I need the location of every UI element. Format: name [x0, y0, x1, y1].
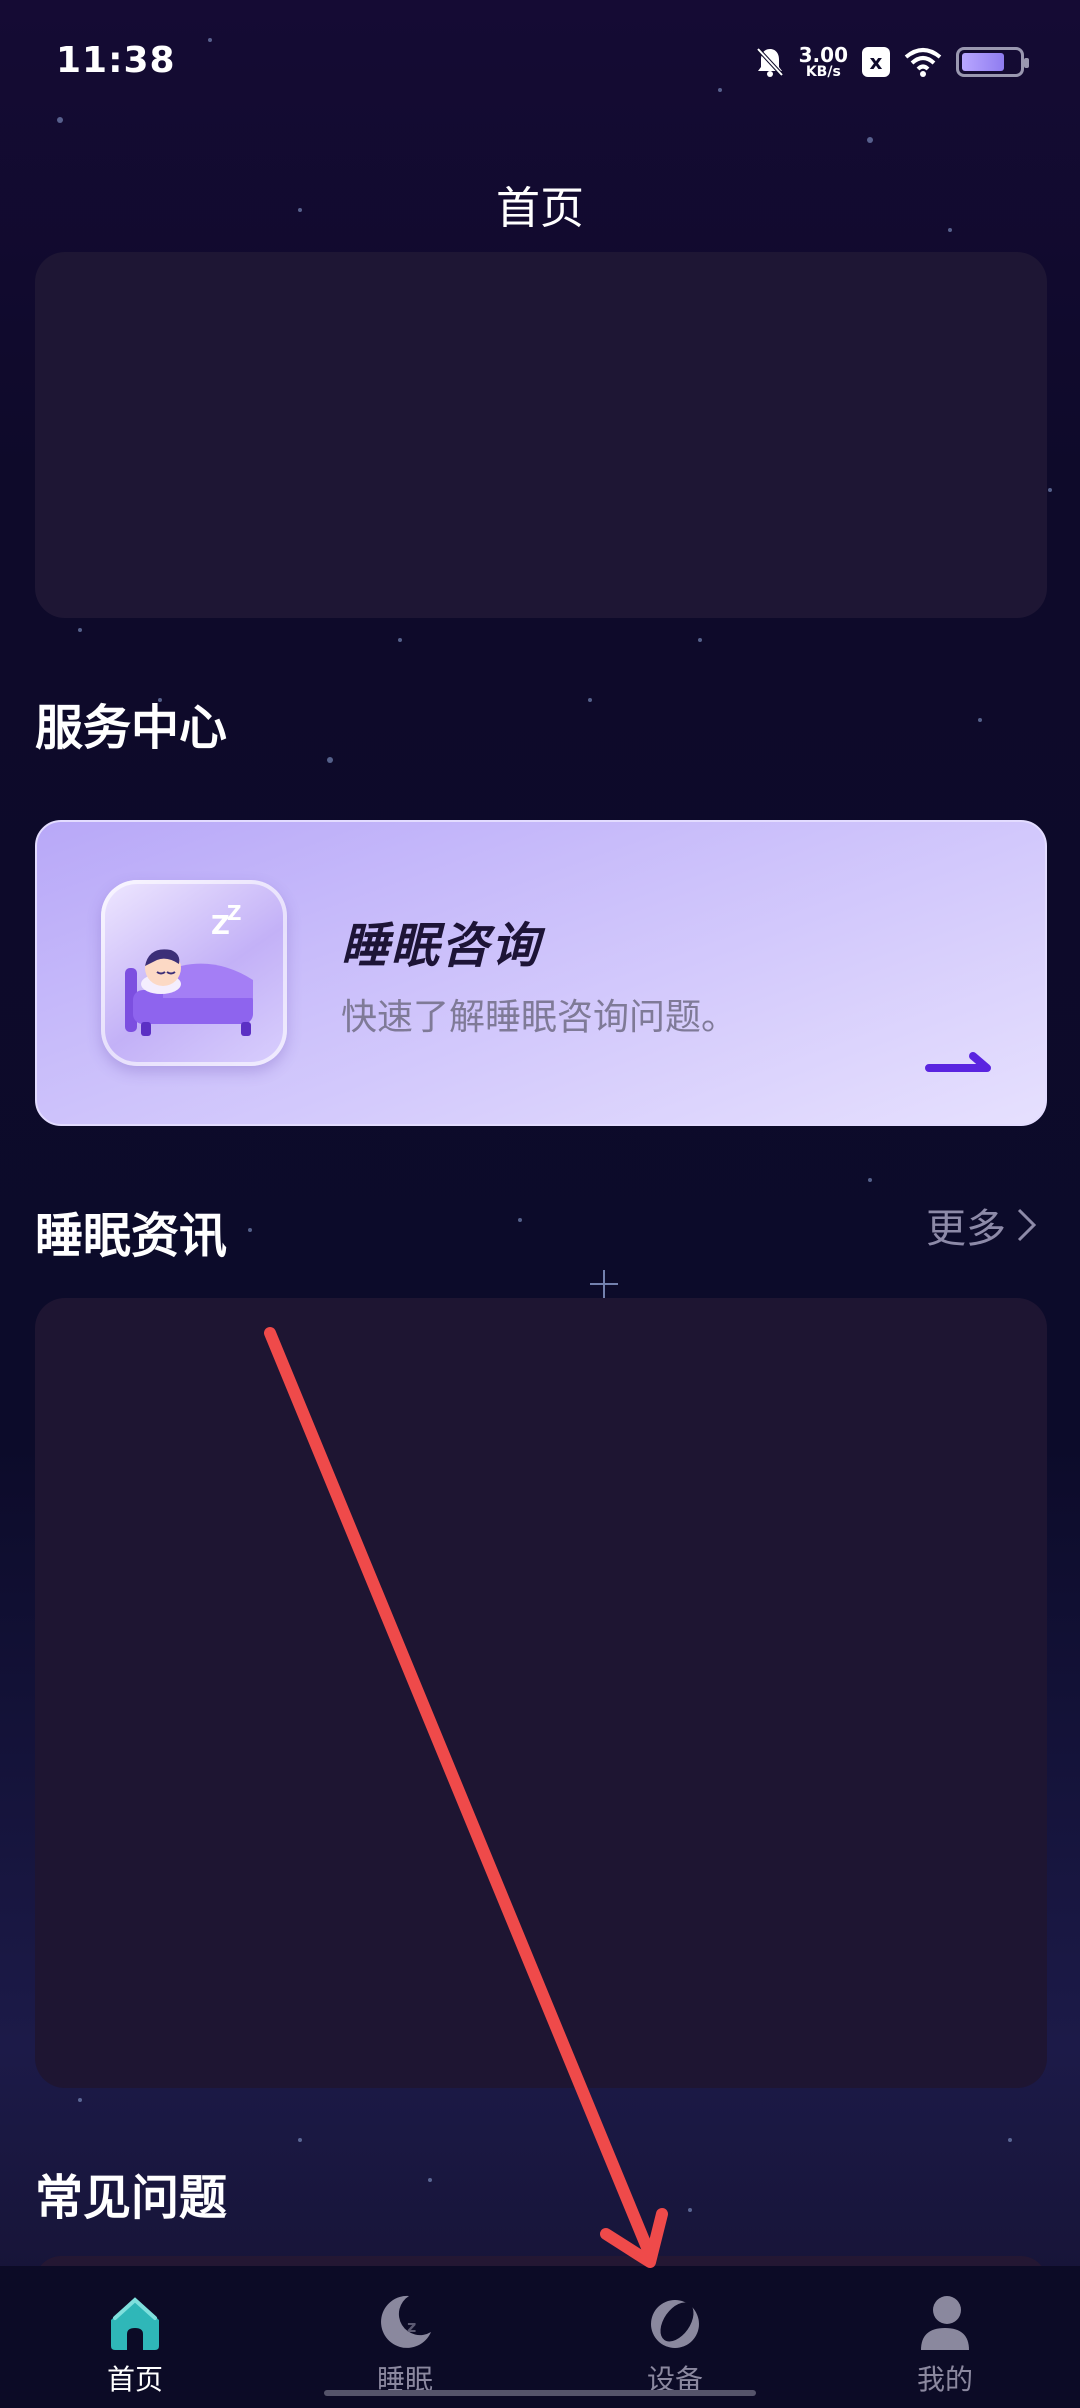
- moon-sleep-icon: z: [381, 2295, 431, 2348]
- status-icons: 3.00 KB/s x: [755, 40, 1029, 84]
- ring-device-icon: [651, 2300, 699, 2348]
- bottom-tab-bar: 首页 z 睡眠 设备 我的: [0, 2266, 1080, 2408]
- status-time: 11:38: [56, 40, 176, 81]
- wifi-icon: [904, 48, 942, 77]
- sleep-consult-title: 睡眠咨询: [341, 918, 542, 974]
- tab-sleep[interactable]: z 睡眠: [270, 2266, 540, 2408]
- sleeping-bed-icon: Z Z: [101, 880, 287, 1066]
- sleep-news-panel: [35, 1298, 1047, 2088]
- home-indicator: [324, 2390, 756, 2396]
- svg-text:z: z: [407, 2317, 416, 2336]
- status-bar: 11:38 3.00 KB/s x: [0, 0, 1080, 120]
- arrow-right-icon: [925, 1052, 991, 1072]
- sleep-news-title: 睡眠资讯: [35, 1208, 228, 1264]
- faq-title: 常见问题: [35, 2170, 228, 2226]
- tab-device[interactable]: 设备: [540, 2266, 810, 2408]
- page-title: 首页: [496, 183, 584, 234]
- battery-icon: [956, 47, 1029, 77]
- tab-home[interactable]: 首页: [0, 2266, 270, 2408]
- tab-mine-label: 我的: [916, 2363, 973, 2396]
- net-speed-value: 3.00: [798, 43, 848, 67]
- banner-carousel[interactable]: [35, 252, 1047, 618]
- bell-muted-icon: [756, 47, 784, 77]
- more-news-link[interactable]: 更多: [926, 1196, 1038, 1254]
- chevron-right-icon: [1017, 1208, 1037, 1242]
- tab-home-label: 首页: [106, 2363, 163, 2396]
- net-speed: 3.00 KB/s: [799, 45, 848, 79]
- tab-mine[interactable]: 我的: [810, 2266, 1080, 2408]
- sleep-consult-card[interactable]: Z Z 睡眠咨询 快速了解睡眠咨询问题。: [35, 820, 1047, 1126]
- user-icon: [921, 2296, 969, 2350]
- svg-text:Z: Z: [227, 901, 242, 925]
- home-icon: [111, 2297, 159, 2350]
- service-center-title: 服务中心: [35, 700, 228, 756]
- more-label: 更多: [926, 1206, 1006, 1252]
- close-box-icon: x: [862, 47, 890, 77]
- sleep-consult-description: 快速了解睡眠咨询问题。: [341, 997, 738, 1038]
- net-speed-unit: KB/s: [805, 64, 841, 80]
